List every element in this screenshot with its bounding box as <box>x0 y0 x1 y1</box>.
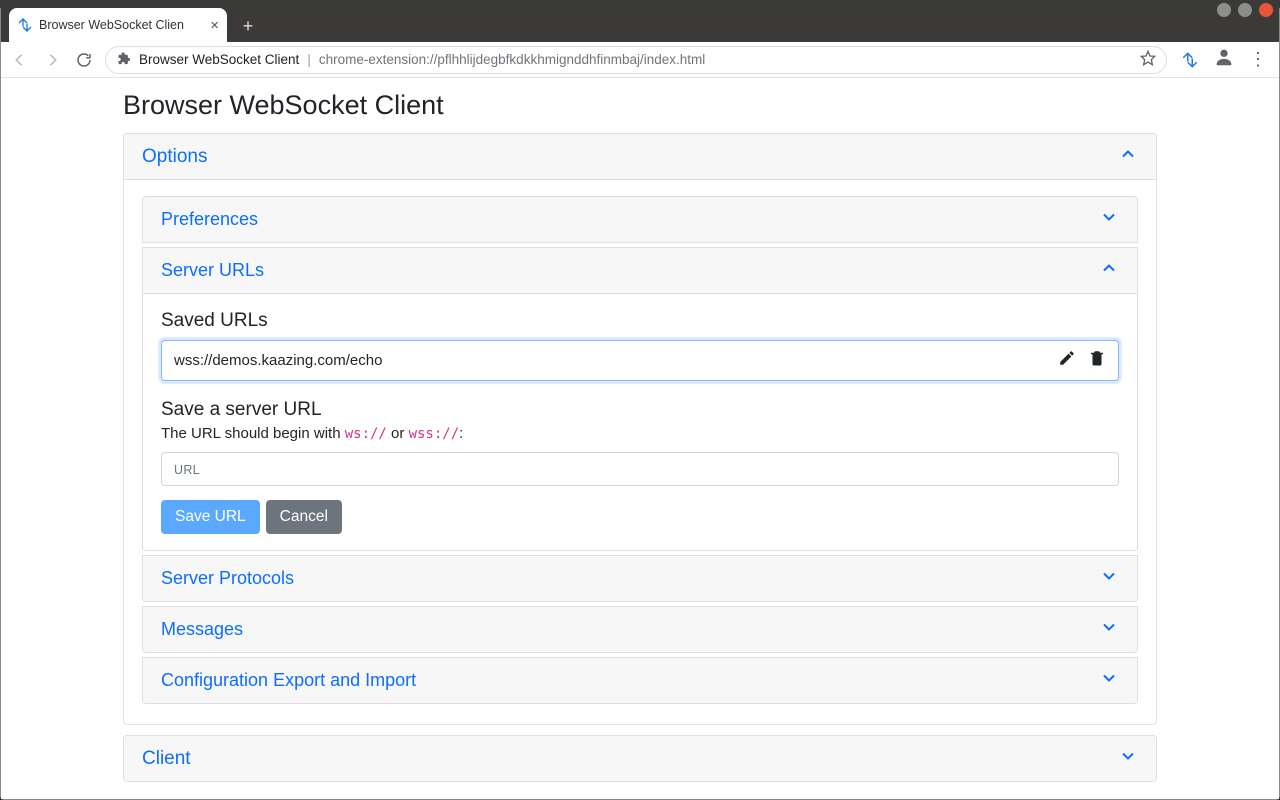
panel-options-body: Preferences Server URLs <box>124 180 1156 724</box>
nav-forward-button[interactable] <box>41 49 63 71</box>
panel-messages-label: Messages <box>161 619 243 640</box>
omnibox-separator: | <box>307 52 311 67</box>
panel-options-label: Options <box>142 146 207 168</box>
omnibox-path: chrome-extension://pflhhlijdegbfkdkkhmig… <box>319 52 1132 67</box>
save-url-label: Save a server URL <box>161 399 1119 421</box>
save-url-hint: The URL should begin with ws:// or wss:/… <box>161 425 1119 442</box>
window-maximize-button[interactable] <box>1238 3 1252 17</box>
tab-strip: Browser WebSocket Clien × + <box>1 8 1279 42</box>
saved-urls-label: Saved URLs <box>161 310 1119 332</box>
extension-icon <box>116 51 131 69</box>
save-url-button[interactable]: Save URL <box>161 500 260 534</box>
panel-preferences: Preferences <box>142 196 1138 243</box>
hint-or: or <box>387 425 409 442</box>
panel-config-label: Configuration Export and Import <box>161 670 416 691</box>
bookmark-star-icon[interactable] <box>1140 50 1156 69</box>
save-url-buttons: Save URL Cancel <box>161 500 1119 534</box>
window-minimize-button[interactable] <box>1217 3 1231 17</box>
kebab-menu-icon[interactable]: ⋮ <box>1249 49 1267 70</box>
window-titlebar <box>0 0 1280 8</box>
edit-icon[interactable] <box>1058 349 1076 372</box>
saved-url-text: wss://demos.kaazing.com/echo <box>174 352 1046 369</box>
panel-options-header[interactable]: Options <box>124 134 1156 180</box>
chevron-down-icon <box>1099 617 1119 642</box>
browser-window: Browser WebSocket Clien × + Browser WebS… <box>0 8 1280 800</box>
profile-avatar-button[interactable] <box>1213 46 1235 73</box>
panel-preferences-label: Preferences <box>161 209 258 230</box>
hint-suffix: : <box>459 425 463 442</box>
chevron-up-icon <box>1118 144 1138 169</box>
chevron-down-icon <box>1118 746 1138 771</box>
window-controls <box>1217 3 1273 17</box>
omnibox-host: Browser WebSocket Client <box>139 52 299 67</box>
nav-reload-button[interactable] <box>73 49 95 71</box>
chevron-up-icon <box>1099 258 1119 283</box>
websocket-icon <box>17 17 33 33</box>
panel-config-header[interactable]: Configuration Export and Import <box>143 658 1137 703</box>
browser-tab[interactable]: Browser WebSocket Clien × <box>9 8 227 42</box>
panel-client: Client <box>123 735 1157 782</box>
chevron-down-icon <box>1099 668 1119 693</box>
page-title: Browser WebSocket Client <box>123 90 1157 121</box>
panel-server-urls-label: Server URLs <box>161 260 264 281</box>
trash-icon[interactable] <box>1088 349 1106 372</box>
panel-client-label: Client <box>142 748 191 770</box>
browser-toolbar: Browser WebSocket Client | chrome-extens… <box>1 42 1279 78</box>
extension-button[interactable] <box>1181 51 1199 69</box>
tab-title: Browser WebSocket Clien <box>39 18 204 32</box>
hint-wss-code: wss:// <box>409 426 460 442</box>
url-input[interactable] <box>161 452 1119 486</box>
panel-server-urls-body: Saved URLs wss://demos.kaazing.com/echo <box>143 294 1137 550</box>
panel-preferences-header[interactable]: Preferences <box>143 197 1137 242</box>
panel-options: Options Preferences <box>123 133 1157 725</box>
panel-server-protocols-header[interactable]: Server Protocols <box>143 556 1137 601</box>
panel-server-protocols: Server Protocols <box>142 555 1138 602</box>
hint-ws-code: ws:// <box>345 426 387 442</box>
saved-url-row[interactable]: wss://demos.kaazing.com/echo <box>161 340 1119 381</box>
chevron-down-icon <box>1099 566 1119 591</box>
cancel-button[interactable]: Cancel <box>266 500 342 534</box>
nav-back-button[interactable] <box>9 49 31 71</box>
page-viewport: Browser WebSocket Client Options Prefere… <box>1 78 1279 799</box>
panel-messages-header[interactable]: Messages <box>143 607 1137 652</box>
panel-messages: Messages <box>142 606 1138 653</box>
panel-server-urls: Server URLs Saved URLs wss://demos.kaazi… <box>142 247 1138 551</box>
panel-server-protocols-label: Server Protocols <box>161 568 294 589</box>
options-subpanels: Preferences Server URLs <box>142 196 1138 704</box>
address-bar[interactable]: Browser WebSocket Client | chrome-extens… <box>105 46 1167 74</box>
tab-close-icon[interactable]: × <box>210 18 219 33</box>
window-close-button[interactable] <box>1259 3 1273 17</box>
toolbar-right: ⋮ <box>1177 46 1271 73</box>
new-tab-button[interactable]: + <box>235 14 261 38</box>
page-container: Browser WebSocket Client Options Prefere… <box>123 90 1157 782</box>
panel-config: Configuration Export and Import <box>142 657 1138 704</box>
chevron-down-icon <box>1099 207 1119 232</box>
hint-prefix: The URL should begin with <box>161 425 345 442</box>
panel-server-urls-header[interactable]: Server URLs <box>143 248 1137 294</box>
panel-client-header[interactable]: Client <box>124 736 1156 781</box>
